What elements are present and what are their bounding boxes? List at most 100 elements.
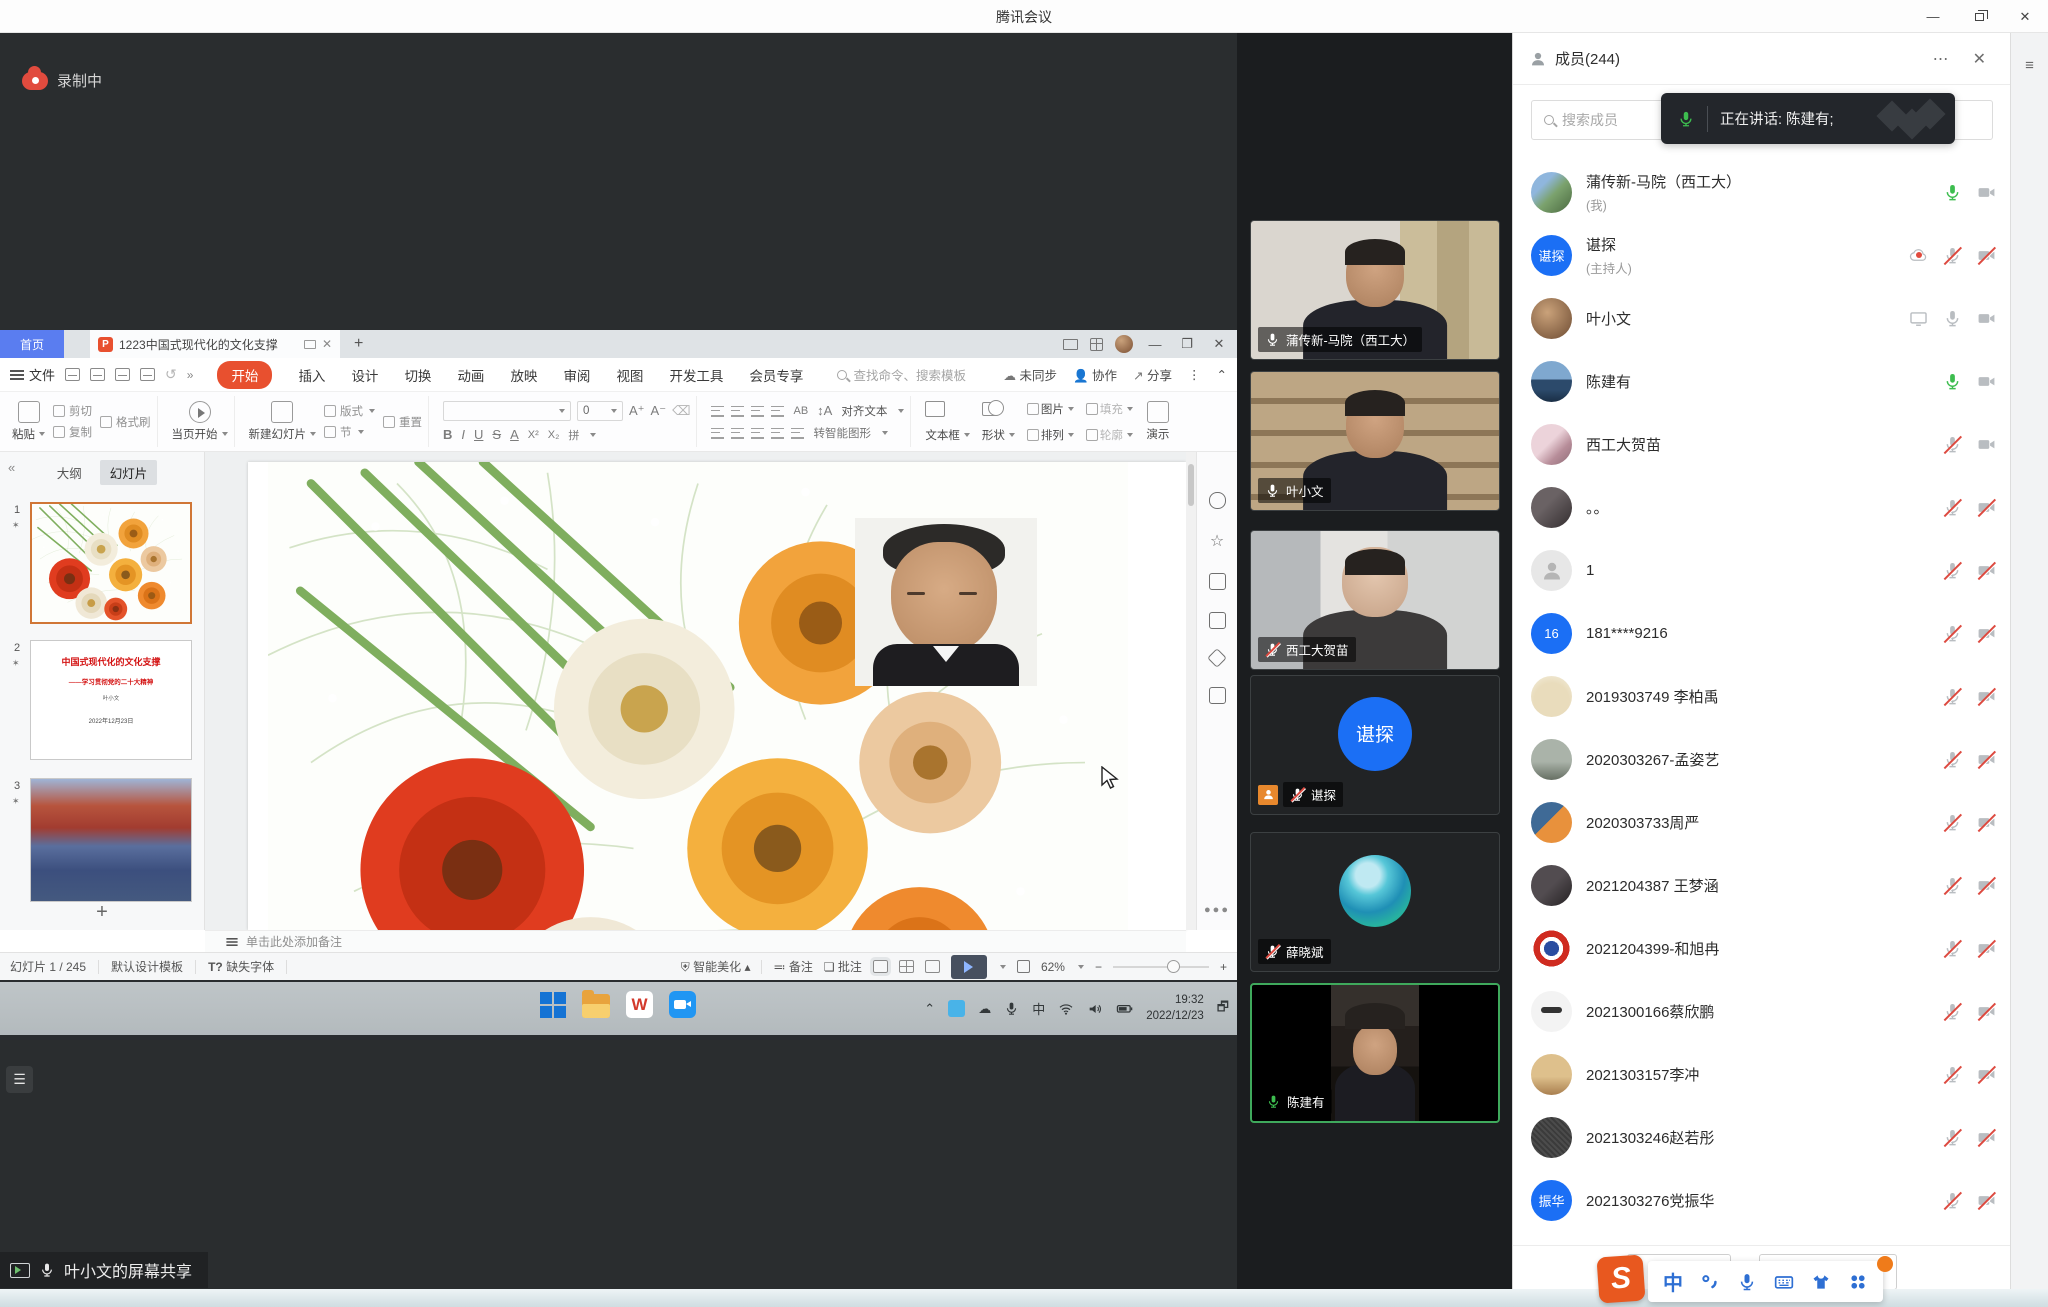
- video-tile[interactable]: 叶小文: [1250, 371, 1500, 511]
- layout-button[interactable]: 版式: [324, 403, 375, 419]
- canvas-scrollbar[interactable]: [1186, 452, 1196, 930]
- missing-font-indicator[interactable]: T? 缺失字体: [208, 958, 274, 975]
- ribbon-tab-10[interactable]: 会员专享: [749, 365, 803, 385]
- play-from-page-button[interactable]: 当页开始: [172, 401, 228, 442]
- animation-pane-icon[interactable]: [1209, 573, 1226, 590]
- sort-text-icon[interactable]: ↕A: [817, 403, 832, 418]
- cam-off-icon[interactable]: [1977, 1002, 1996, 1021]
- image-tools-icon[interactable]: [1209, 612, 1226, 629]
- underline-button[interactable]: U: [474, 427, 483, 442]
- minimize-button[interactable]: —: [1910, 0, 1956, 33]
- align-text-button[interactable]: 对齐文本: [841, 403, 887, 419]
- comments-button[interactable]: ❏ 批注: [824, 958, 862, 975]
- mic-green-icon[interactable]: [1943, 183, 1962, 202]
- cam-off-icon[interactable]: [1977, 561, 1996, 580]
- subscript-button[interactable]: X₂: [548, 429, 560, 441]
- ribbon-tab-5[interactable]: 动画: [457, 365, 484, 385]
- ribbon-tab-8[interactable]: 视图: [616, 365, 643, 385]
- cam-off-icon[interactable]: [1977, 687, 1996, 706]
- close-tab-icon[interactable]: ✕: [322, 337, 332, 351]
- member-row[interactable]: 2021303246赵若彤: [1513, 1106, 2010, 1169]
- screen-icon[interactable]: [1909, 309, 1928, 328]
- wifi-icon[interactable]: [1058, 1001, 1074, 1017]
- ime-keyboard-icon[interactable]: [1774, 1272, 1794, 1292]
- pinyin-button[interactable]: 拼: [568, 427, 579, 443]
- wps-minimize-button[interactable]: —: [1145, 337, 1165, 352]
- save-icon[interactable]: [65, 368, 80, 381]
- tencent-meeting-app-icon[interactable]: [669, 991, 696, 1018]
- shape-button[interactable]: 形状: [982, 427, 1015, 443]
- justify-icon[interactable]: [771, 427, 784, 439]
- members-close-icon[interactable]: ✕: [1965, 49, 1994, 69]
- ime-lang-toggle[interactable]: 中: [1663, 1267, 1683, 1296]
- battery-icon[interactable]: [1116, 1000, 1133, 1017]
- ime-indicator[interactable]: 中: [1032, 999, 1045, 1018]
- slide-sorter-icon[interactable]: [899, 960, 914, 973]
- ribbon-tab-1[interactable]: 开始: [217, 361, 272, 389]
- print-icon[interactable]: [115, 368, 130, 381]
- paste-button[interactable]: 粘贴: [12, 401, 45, 442]
- cam-off-icon[interactable]: [1977, 939, 1996, 958]
- increase-font-icon[interactable]: A⁺: [629, 403, 645, 419]
- zoom-out-button[interactable]: −: [1095, 960, 1102, 974]
- ime-skin-icon[interactable]: [1811, 1272, 1831, 1292]
- zoom-level[interactable]: 62%: [1041, 960, 1065, 974]
- panel-menu-icon[interactable]: ≡: [2022, 57, 2038, 74]
- cam-gray-icon[interactable]: [1977, 309, 1996, 328]
- volume-icon[interactable]: [1087, 1001, 1103, 1017]
- member-row[interactable]: 振华 2021303276党振华: [1513, 1169, 2010, 1232]
- current-slide[interactable]: [248, 462, 1186, 930]
- zoom-in-button[interactable]: +: [1220, 960, 1227, 974]
- tray-cloud-icon[interactable]: ☁: [978, 1001, 991, 1017]
- reset-button[interactable]: 重置: [383, 414, 422, 430]
- italic-button[interactable]: I: [461, 427, 465, 442]
- preview-icon[interactable]: [140, 368, 155, 381]
- outline-button[interactable]: 轮廓: [1086, 427, 1133, 443]
- wps-user-avatar[interactable]: [1115, 335, 1133, 353]
- new-slide-button[interactable]: 新建幻灯片: [249, 401, 317, 442]
- cam-off-icon[interactable]: [1977, 246, 1996, 265]
- system-clock[interactable]: 19:32 2022/12/23: [1146, 993, 1204, 1024]
- ime-voice-icon[interactable]: [1737, 1272, 1757, 1292]
- wps-home-tab[interactable]: 首页: [0, 330, 64, 358]
- member-row[interactable]: 。。: [1513, 476, 2010, 539]
- ime-punctuation-icon[interactable]: [1700, 1272, 1720, 1292]
- align-left-icon[interactable]: [711, 427, 724, 439]
- reading-view-icon[interactable]: [925, 960, 940, 973]
- line-spacing-icon[interactable]: [791, 427, 804, 439]
- slide-thumb-1[interactable]: 1 ✶: [30, 502, 192, 624]
- command-search[interactable]: 查找命令、搜索模板: [837, 365, 966, 384]
- wps-app-icon[interactable]: W: [626, 991, 653, 1018]
- video-tile[interactable]: 陈建有: [1250, 983, 1500, 1123]
- mic-off-icon[interactable]: [1943, 498, 1962, 517]
- align-center-icon[interactable]: [731, 427, 744, 439]
- undo-icon[interactable]: ↺: [165, 366, 177, 383]
- file-explorer-icon[interactable]: [582, 994, 610, 1018]
- mic-off-icon[interactable]: [1943, 813, 1962, 832]
- slide-thumb-3[interactable]: 3 ✶: [30, 778, 192, 902]
- format-painter-button[interactable]: 格式刷: [100, 414, 151, 430]
- mic-off-icon[interactable]: [1943, 435, 1962, 454]
- cam-off-icon[interactable]: [1977, 624, 1996, 643]
- new-tab-button[interactable]: +: [354, 335, 363, 353]
- member-row[interactable]: 西工大贺苗: [1513, 413, 2010, 476]
- member-row[interactable]: 2020303733周严: [1513, 791, 2010, 854]
- cam-gray-icon[interactable]: [1977, 183, 1996, 202]
- windows-start-icon[interactable]: [540, 992, 566, 1018]
- more-menu-icon[interactable]: ⋮: [1188, 367, 1201, 382]
- mic-off-icon[interactable]: [1943, 1128, 1962, 1147]
- font-size-select[interactable]: 0: [577, 401, 623, 421]
- notification-icon[interactable]: 🗗: [1217, 998, 1229, 1020]
- present-button[interactable]: 演示: [1141, 401, 1175, 442]
- clear-format-icon[interactable]: ⌫: [672, 403, 690, 419]
- collapse-ribbon-icon[interactable]: ⌃: [1217, 367, 1227, 382]
- mic-off-icon[interactable]: [1943, 1065, 1962, 1084]
- member-row[interactable]: 2021303157李冲: [1513, 1043, 2010, 1106]
- cam-off-icon[interactable]: [1977, 1065, 1996, 1084]
- cam-gray-icon[interactable]: [1977, 372, 1996, 391]
- collab-button[interactable]: 👤 协作: [1073, 365, 1117, 384]
- font-color-button[interactable]: A: [510, 427, 519, 442]
- text-direction-button[interactable]: AB: [793, 405, 808, 417]
- zoom-slider[interactable]: [1113, 966, 1209, 968]
- share-button[interactable]: ↗ 分享: [1133, 365, 1172, 384]
